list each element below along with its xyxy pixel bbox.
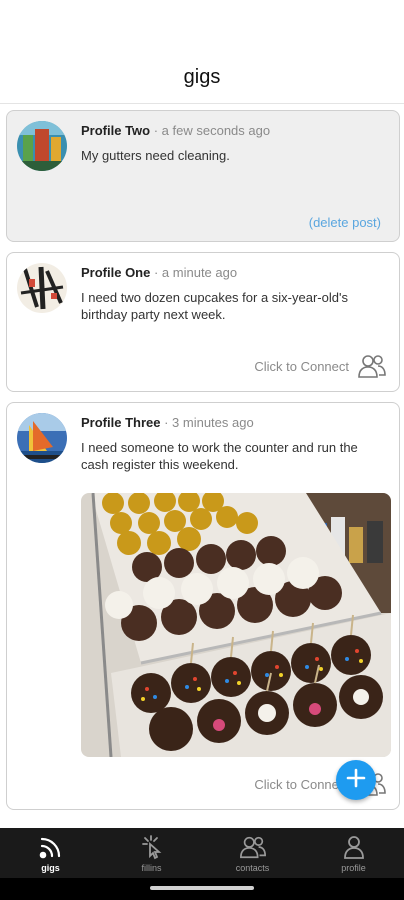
post-text: My gutters need cleaning. <box>81 148 230 163</box>
tab-label: gigs <box>41 863 60 873</box>
tap-icon <box>139 834 165 860</box>
page-title: gigs <box>183 66 221 88</box>
tab-label: fillins <box>141 863 162 873</box>
post-text: I need two dozen cupcakes for a six-year… <box>81 290 348 322</box>
author-name[interactable]: Profile One <box>81 265 150 280</box>
post-card: Profile Three · 3 minutes ago I need som… <box>6 402 400 810</box>
home-indicator[interactable] <box>150 886 254 890</box>
avatar[interactable] <box>17 413 67 463</box>
tab-profile[interactable]: profile <box>303 828 404 878</box>
person-icon <box>341 834 367 860</box>
post-card: Profile One · a minute ago I need two do… <box>6 252 400 392</box>
post-time: · a few seconds ago <box>153 123 271 138</box>
feed-icon <box>38 834 64 860</box>
post-card: Profile Two · a few seconds ago My gutte… <box>6 110 400 242</box>
post-text: I need someone to work the counter and r… <box>81 440 358 472</box>
tab-contacts[interactable]: contacts <box>202 828 303 878</box>
tab-fillins[interactable]: fillins <box>101 828 202 878</box>
author-name[interactable]: Profile Three <box>81 415 160 430</box>
app-header: gigs <box>0 0 404 104</box>
post-time: · 3 minutes ago <box>164 415 254 430</box>
connect-button[interactable]: Click to Connect <box>254 353 387 379</box>
people-icon <box>357 353 387 379</box>
people-icon <box>239 834 267 860</box>
post-meta: Profile One · a minute ago <box>81 265 237 280</box>
tab-label: profile <box>341 863 366 873</box>
avatar[interactable] <box>17 121 67 171</box>
post-meta: Profile Two · a few seconds ago <box>81 123 270 138</box>
system-nav-bar <box>0 878 404 900</box>
bottom-tab-bar: gigs fillins contacts profile <box>0 828 404 878</box>
add-post-button[interactable] <box>336 760 376 800</box>
author-name[interactable]: Profile Two <box>81 123 150 138</box>
post-photo[interactable] <box>81 493 391 757</box>
post-time: · a minute ago <box>153 265 238 280</box>
post-meta: Profile Three · 3 minutes ago <box>81 415 254 430</box>
delete-post-link[interactable]: (delete post) <box>309 215 381 230</box>
tab-gigs[interactable]: gigs <box>0 828 101 878</box>
connect-label: Click to Connect <box>254 776 349 792</box>
plus-icon <box>346 768 366 793</box>
tab-label: contacts <box>235 863 270 873</box>
connect-label: Click to Connect <box>254 358 349 374</box>
avatar[interactable] <box>17 263 67 313</box>
